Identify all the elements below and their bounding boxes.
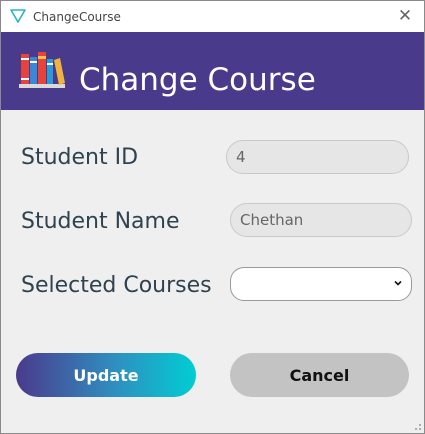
student-name-field[interactable]: Chethan [230, 203, 412, 237]
chevron-down-icon [394, 280, 402, 286]
student-name-value: Chethan [240, 211, 304, 229]
selected-courses-label: Selected Courses [21, 273, 212, 298]
close-icon: ✕ [397, 6, 413, 26]
title-bar: ChangeCourse ✕ [1, 1, 424, 32]
student-id-field[interactable]: 4 [226, 140, 409, 174]
app-icon [10, 9, 26, 23]
resize-grip-icon[interactable] [412, 421, 422, 431]
student-id-value: 4 [236, 148, 246, 166]
page-title: Change Course [79, 62, 316, 98]
student-name-label: Student Name [21, 209, 180, 234]
window-title: ChangeCourse [33, 10, 121, 24]
books-icon [19, 52, 65, 88]
change-course-window: ChangeCourse ✕ Change Course Student ID … [0, 0, 425, 434]
header-banner: Change Course [1, 32, 424, 110]
selected-courses-dropdown[interactable] [230, 267, 412, 301]
close-button[interactable]: ✕ [392, 4, 418, 28]
update-button[interactable]: Update [16, 353, 196, 397]
cancel-button-label: Cancel [289, 365, 350, 385]
student-id-label: Student ID [21, 145, 139, 170]
cancel-button[interactable]: Cancel [230, 353, 409, 397]
update-button-label: Update [73, 365, 139, 385]
